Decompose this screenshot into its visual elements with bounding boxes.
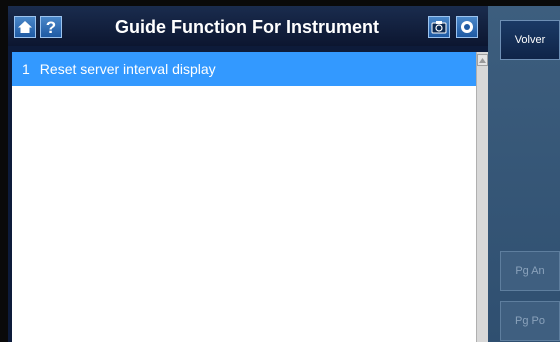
- arrow-up-icon: [479, 57, 486, 63]
- help-button[interactable]: ?: [40, 16, 62, 38]
- screenshot-button[interactable]: [428, 16, 450, 38]
- scroll-up-button[interactable]: [477, 54, 488, 66]
- left-border: [0, 0, 8, 342]
- record-button[interactable]: [456, 16, 478, 38]
- list-item[interactable]: 1 Reset server interval display: [12, 52, 476, 86]
- title-bar: ? Guide Function For Instrument: [8, 6, 488, 46]
- function-list: 1 Reset server interval display: [12, 52, 476, 342]
- home-button[interactable]: [14, 16, 36, 38]
- svg-text:?: ?: [46, 18, 56, 36]
- main-panel: ? Guide Function For Instrument 1 Reset s…: [8, 6, 488, 342]
- page-title: Guide Function For Instrument: [115, 17, 379, 37]
- scrollbar[interactable]: [476, 52, 488, 342]
- list-item-number: 1: [22, 61, 30, 77]
- help-icon: ?: [46, 18, 56, 36]
- record-icon: [461, 21, 473, 33]
- list-item-label: Reset server interval display: [39, 61, 216, 77]
- camera-icon: [431, 21, 447, 34]
- home-icon: [18, 21, 32, 33]
- page-up-button[interactable]: Pg An: [500, 251, 560, 291]
- page-down-button[interactable]: Pg Po: [500, 301, 560, 341]
- back-button[interactable]: Volver: [500, 20, 560, 60]
- side-panel: Volver Pg An Pg Po: [488, 6, 560, 342]
